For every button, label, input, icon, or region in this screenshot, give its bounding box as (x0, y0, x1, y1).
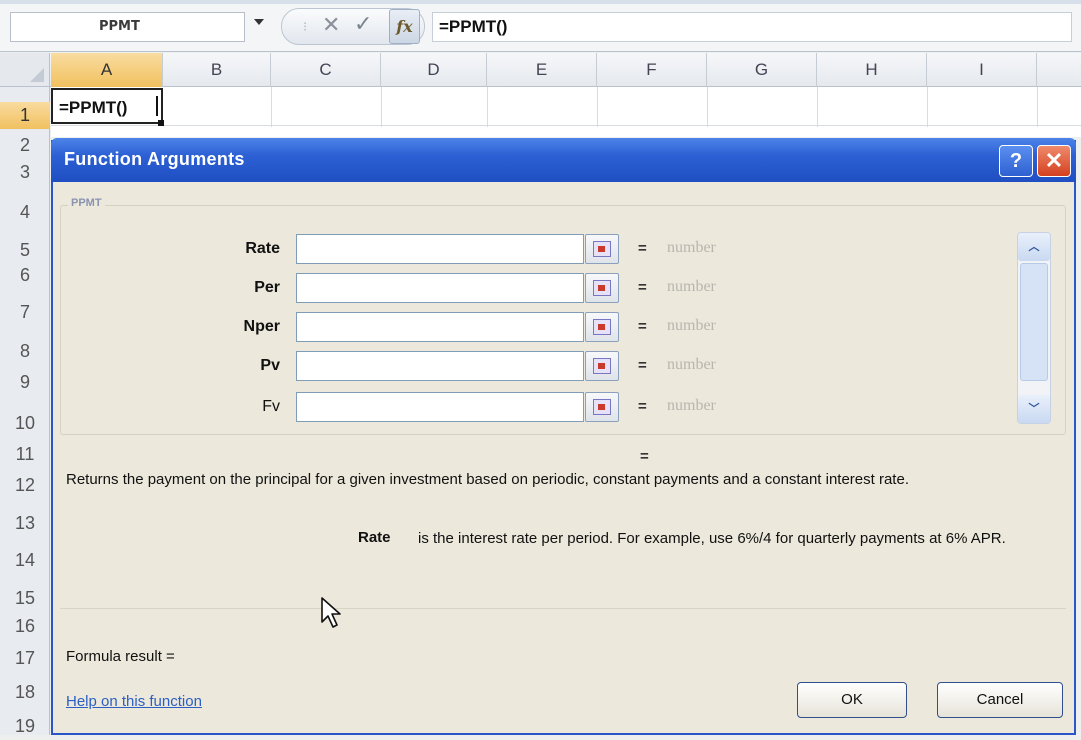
pv-type-hint: number (667, 356, 716, 373)
column-header-e[interactable]: E (487, 53, 597, 87)
function-name-label: PPMT (68, 197, 105, 209)
gridline (817, 87, 818, 127)
gridline (271, 87, 272, 127)
ok-button[interactable]: OK (797, 682, 907, 718)
divider (60, 608, 1066, 609)
row-header-1[interactable]: 1 (0, 102, 50, 129)
mouse-pointer-icon (321, 597, 341, 628)
row-header-16[interactable]: 16 (0, 613, 50, 640)
row-header-10[interactable]: 10 (0, 410, 50, 437)
formula-result: Formula result = (66, 648, 175, 665)
gridline (1037, 87, 1038, 127)
row-header-15[interactable]: 15 (0, 585, 50, 612)
collapse-dialog-icon (593, 319, 611, 335)
collapse-dialog-icon (593, 358, 611, 374)
cell-a1[interactable]: =PPMT() (51, 88, 163, 124)
fv-type-hint: number (667, 397, 716, 414)
rate-label: Rate (245, 240, 280, 257)
help-on-function-link[interactable]: Help on this function (66, 693, 202, 710)
arguments-scrollbar[interactable]: ︿ ﹀ (1017, 232, 1051, 424)
scroll-thumb[interactable] (1020, 263, 1048, 381)
row-header-6[interactable]: 6 (0, 262, 50, 289)
equals-sign: = (638, 357, 647, 374)
pv-input[interactable] (296, 351, 584, 381)
name-box-dropdown-icon[interactable] (254, 19, 264, 25)
text-caret (156, 96, 158, 116)
argument-description-name: Rate (358, 529, 391, 546)
gridline (597, 87, 598, 127)
gridline (381, 87, 382, 127)
equals-sign: = (638, 398, 647, 415)
select-all-icon (30, 68, 44, 82)
rate-input[interactable] (296, 234, 584, 264)
equals-sign: = (638, 318, 647, 335)
column-header-i[interactable]: I (927, 53, 1037, 87)
fv-label: Fv (262, 398, 280, 415)
collapse-dialog-icon (593, 399, 611, 415)
row-header-9[interactable]: 9 (0, 369, 50, 396)
row-header-7[interactable]: 7 (0, 299, 50, 326)
row-header-14[interactable]: 14 (0, 547, 50, 574)
cancel-button[interactable]: Cancel (937, 682, 1063, 718)
fv-collapse-button[interactable] (585, 392, 619, 422)
row-header-19[interactable]: 19 (0, 713, 50, 740)
collapse-dialog-icon (593, 241, 611, 257)
close-button[interactable]: ✕ (1037, 145, 1071, 177)
equals-sign: = (638, 240, 647, 257)
row-header-18[interactable]: 18 (0, 679, 50, 706)
column-header-b[interactable]: B (163, 53, 271, 87)
fv-input[interactable] (296, 392, 584, 422)
argument-description: is the interest rate per period. For exa… (418, 530, 1006, 547)
row-header-13[interactable]: 13 (0, 510, 50, 537)
column-header-f[interactable]: F (597, 53, 707, 87)
help-button[interactable]: ? (999, 145, 1033, 177)
row-header-3[interactable]: 3 (0, 159, 50, 186)
row-header-2[interactable]: 2 (0, 132, 50, 159)
scroll-up-icon[interactable]: ︿ (1018, 233, 1050, 261)
row-header-4[interactable]: 4 (0, 199, 50, 226)
rate-collapse-button[interactable] (585, 234, 619, 264)
name-box[interactable]: PPMT (10, 12, 245, 42)
gridline (487, 87, 488, 127)
nper-input[interactable] (296, 312, 584, 342)
function-result-equals: = (640, 448, 649, 465)
row-header-8[interactable]: 8 (0, 338, 50, 365)
nper-collapse-button[interactable] (585, 312, 619, 342)
column-header-d[interactable]: D (381, 53, 487, 87)
nper-type-hint: number (667, 317, 716, 334)
per-collapse-button[interactable] (585, 273, 619, 303)
insert-function-icon[interactable]: fx (389, 9, 420, 44)
equals-sign: = (638, 279, 647, 296)
scroll-down-icon[interactable]: ﹀ (1018, 395, 1050, 423)
gridline (707, 87, 708, 127)
cancel-entry-icon[interactable]: ✕ (322, 13, 340, 38)
gridline (927, 87, 928, 127)
formula-buttons: ⁝ ✕ ✓ fx (281, 8, 425, 45)
formula-input[interactable]: =PPMT() (432, 12, 1072, 42)
ribbon-edge (0, 0, 1081, 4)
row-header-5[interactable]: 5 (0, 237, 50, 264)
column-header-a[interactable]: A (51, 53, 163, 87)
nper-label: Nper (243, 318, 280, 335)
grip-icon: ⁝ (303, 20, 308, 35)
column-header-c[interactable]: C (271, 53, 381, 87)
row-header-11[interactable]: 11 (0, 441, 50, 468)
per-type-hint: number (667, 278, 716, 295)
rate-type-hint: number (667, 239, 716, 256)
pv-label: Pv (260, 357, 280, 374)
enter-entry-icon[interactable]: ✓ (354, 12, 372, 37)
collapse-dialog-icon (593, 280, 611, 296)
function-description: Returns the payment on the principal for… (66, 471, 909, 488)
column-header-g[interactable]: G (707, 53, 817, 87)
per-input[interactable] (296, 273, 584, 303)
dialog-title: Function Arguments (64, 149, 245, 169)
row-header-12[interactable]: 12 (0, 472, 50, 499)
fill-handle[interactable] (158, 120, 164, 126)
per-label: Per (254, 279, 280, 296)
column-header-h[interactable]: H (817, 53, 927, 87)
pv-collapse-button[interactable] (585, 351, 619, 381)
row-header-17[interactable]: 17 (0, 645, 50, 672)
